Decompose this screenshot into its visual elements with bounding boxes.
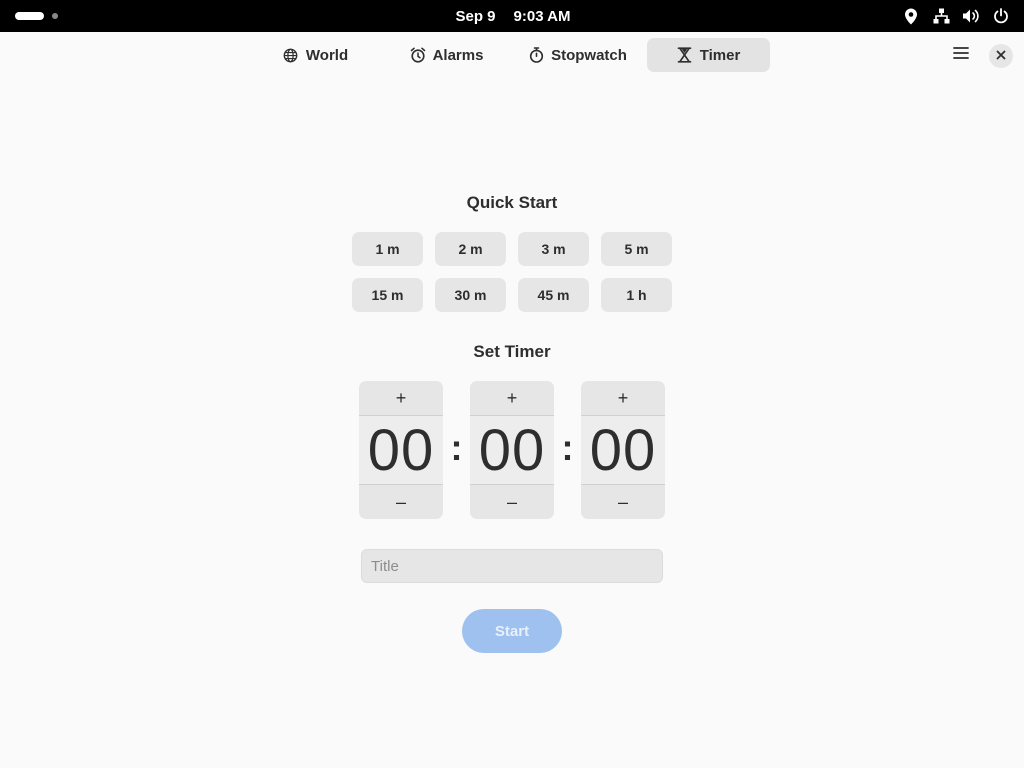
close-icon [996,47,1006,65]
hours-decrement-button[interactable]: – [359,485,443,519]
hamburger-menu-icon [953,46,969,65]
minutes-decrement-button[interactable]: – [470,485,554,519]
quick-start-3m-button[interactable]: 3 m [518,232,589,266]
clock-time: 9:03 AM [513,7,571,25]
main-menu-button[interactable] [946,40,976,70]
tab-world[interactable]: World [254,38,377,72]
quick-start-title: Quick Start [466,193,558,212]
system-top-bar: Sep 9 9:03 AM [0,0,1024,32]
hours-spinner: + 00 – [359,381,443,519]
system-clock[interactable]: Sep 9 9:03 AM [0,0,1024,32]
seconds-value[interactable]: 00 [581,415,665,485]
set-timer-title: Set Timer [473,342,551,361]
quick-start-1m-button[interactable]: 1 m [352,232,423,266]
stopwatch-icon [528,47,544,63]
network-icon [932,7,950,25]
minutes-increment-button[interactable]: + [470,381,554,415]
power-icon [992,7,1010,25]
alarm-clock-icon [410,47,426,63]
tab-timer[interactable]: Timer [647,38,770,72]
timer-spinners: + 00 – : + 00 – : + 00 – [359,381,665,519]
minutes-spinner: + 00 – [470,381,554,519]
tab-timer-label: Timer [699,46,741,64]
window-close-button[interactable] [989,44,1013,68]
quick-start-1h-button[interactable]: 1 h [601,278,672,312]
header-bar: World Alarms Stopwatch Timer [0,32,1024,78]
tab-alarms-label: Alarms [432,46,484,64]
hours-increment-button[interactable]: + [359,381,443,415]
seconds-spinner: + 00 – [581,381,665,519]
location-icon [902,7,920,25]
seconds-increment-button[interactable]: + [581,381,665,415]
seconds-decrement-button[interactable]: – [581,485,665,519]
quick-start-2m-button[interactable]: 2 m [435,232,506,266]
hourglass-icon [677,47,693,63]
clock-date: Sep 9 [455,7,496,25]
volume-icon [962,7,980,25]
globe-icon [283,47,299,63]
quick-start-grid: 1 m 2 m 3 m 5 m 15 m 30 m 45 m 1 h [352,232,672,312]
view-switcher: World Alarms Stopwatch Timer [0,38,1024,72]
hours-value[interactable]: 00 [359,415,443,485]
quick-start-15m-button[interactable]: 15 m [352,278,423,312]
quick-start-30m-button[interactable]: 30 m [435,278,506,312]
start-button[interactable]: Start [462,609,562,653]
tab-alarms[interactable]: Alarms [385,38,508,72]
time-separator: : [561,427,574,468]
quick-start-5m-button[interactable]: 5 m [601,232,672,266]
quick-start-45m-button[interactable]: 45 m [518,278,589,312]
tab-stopwatch-label: Stopwatch [551,46,627,64]
tab-world-label: World [305,46,349,64]
timer-title-input[interactable] [361,549,663,583]
system-tray[interactable] [902,0,1010,32]
minutes-value[interactable]: 00 [470,415,554,485]
time-separator: : [450,427,463,468]
tab-stopwatch[interactable]: Stopwatch [516,38,639,72]
